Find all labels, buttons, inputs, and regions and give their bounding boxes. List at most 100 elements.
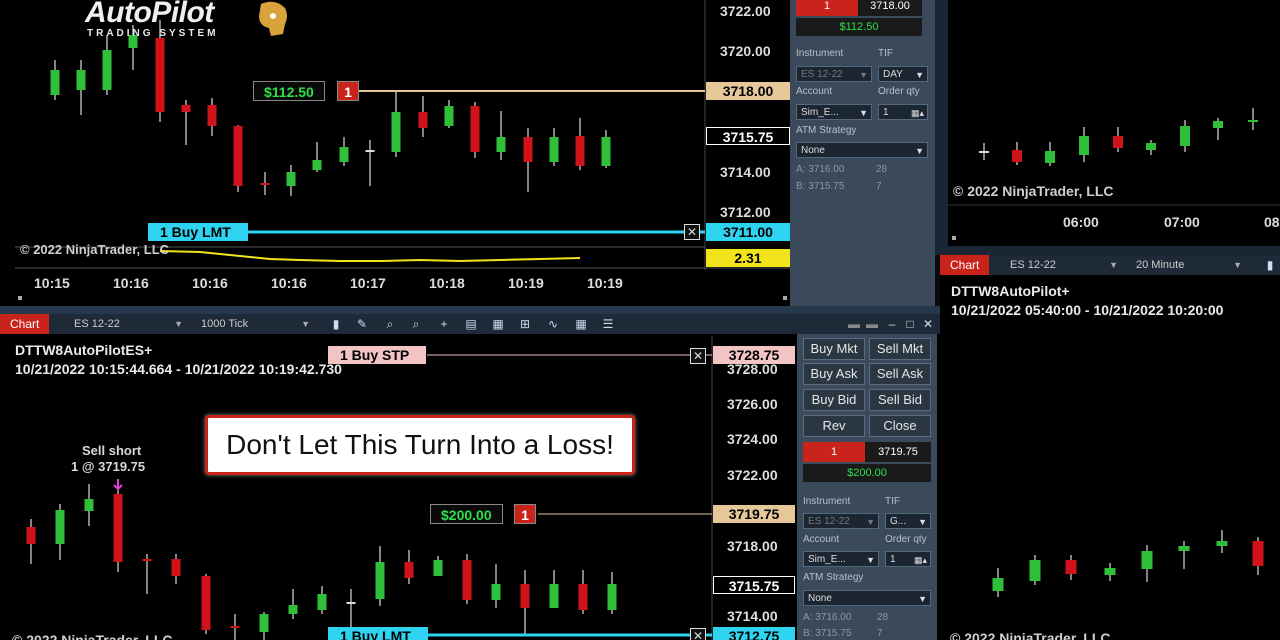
candle-body bbox=[76, 70, 86, 90]
autopilot-logo: AutoPilot TRADING SYSTEM bbox=[85, 0, 305, 42]
candle-body bbox=[418, 112, 428, 128]
candle-body bbox=[171, 559, 181, 576]
candle-body bbox=[113, 494, 123, 562]
top-right-chart[interactable]: 06:00 07:00 08 © 2022 NinjaTrader, LLC bbox=[948, 0, 1280, 246]
buy-ask-button[interactable]: Buy Ask bbox=[803, 363, 865, 385]
atm-label: ATM Strategy bbox=[803, 572, 864, 583]
price-tick: 3720.00 bbox=[720, 43, 771, 59]
time-tick: 06:00 bbox=[1063, 214, 1099, 230]
position-qty: 1 bbox=[514, 504, 536, 524]
instrument-label: Instrument bbox=[803, 496, 851, 507]
candle-body bbox=[979, 151, 989, 153]
chevron-down-icon: ▼ bbox=[915, 146, 924, 156]
candle-body bbox=[1113, 136, 1123, 148]
buy-bid-button[interactable]: Buy Bid bbox=[803, 389, 865, 411]
sell-ask-button[interactable]: Sell Ask bbox=[869, 363, 931, 385]
buy-market-button[interactable]: Buy Mkt bbox=[803, 338, 865, 360]
candle-body bbox=[260, 183, 270, 185]
pane-divider[interactable] bbox=[935, 0, 948, 255]
buy-stop-label[interactable]: 1 Buy STP bbox=[328, 346, 426, 364]
pane-divider[interactable] bbox=[0, 306, 940, 314]
candle-body bbox=[607, 584, 617, 610]
tif-value: DAY bbox=[883, 69, 903, 80]
candle-body bbox=[549, 584, 559, 608]
position-pnl: $200.00 bbox=[430, 504, 503, 524]
account-select[interactable]: Sim_E... ▼ bbox=[796, 104, 872, 120]
price-tick: 3722.00 bbox=[720, 3, 771, 19]
close-icon[interactable]: ✕ bbox=[920, 316, 936, 332]
sell-bid-button[interactable]: Sell Bid bbox=[869, 389, 931, 411]
candle-body bbox=[142, 559, 152, 561]
chevron-down-icon: ▼ bbox=[866, 555, 875, 565]
top-left-chart-canvas[interactable]: 3722.00 3720.00 3714.00 3712.00 10:15 10… bbox=[0, 0, 790, 306]
cancel-order-close-icon[interactable]: ✕ bbox=[690, 348, 706, 364]
bottom-right-chart[interactable]: Chart ES 12-22 ▼ 20 Minute ▼ ▮ DTTW8AutoPi… bbox=[940, 255, 1280, 640]
buy-limit-label[interactable]: 1 Buy LMT bbox=[148, 223, 248, 241]
candle-body bbox=[155, 38, 165, 112]
top-left-candles bbox=[50, 20, 611, 196]
candle-body bbox=[433, 560, 443, 576]
minimize-icon[interactable]: – bbox=[884, 316, 900, 332]
atm-select[interactable]: None ▼ bbox=[796, 142, 928, 158]
sell-market-button[interactable]: Sell Mkt bbox=[869, 338, 931, 360]
pane-divider[interactable] bbox=[948, 246, 1280, 255]
cancel-order-close-icon[interactable]: ✕ bbox=[684, 224, 700, 240]
position-pnl: $112.50 bbox=[796, 18, 922, 36]
instrument-select[interactable]: ES 12-22 ▼ bbox=[796, 66, 872, 82]
reverse-button[interactable]: Rev bbox=[803, 415, 865, 437]
order-qty-stepper[interactable]: 1 ▦▴ bbox=[878, 104, 928, 120]
atm-select[interactable]: None ▼ bbox=[803, 590, 931, 606]
sell-short-fill: 1 @ 3719.75 bbox=[71, 459, 146, 474]
candle-body bbox=[523, 137, 533, 162]
chevron-down-icon: ▼ bbox=[859, 108, 868, 118]
instrument-select[interactable]: ES 12-22 ▼ bbox=[803, 513, 879, 529]
price-tick: 3726.00 bbox=[727, 396, 778, 412]
maximize-icon[interactable]: □ bbox=[902, 316, 918, 332]
ask-size: 28 bbox=[876, 164, 888, 175]
candle-body bbox=[578, 584, 588, 610]
time-tick: 10:19 bbox=[508, 275, 544, 291]
time-tick: 10:16 bbox=[271, 275, 307, 291]
candle-body bbox=[102, 50, 112, 90]
position-pnl: $112.50 bbox=[253, 81, 325, 101]
logo-head-icon bbox=[259, 1, 287, 36]
order-qty-value: 1 bbox=[883, 107, 889, 118]
candle-body bbox=[391, 112, 401, 152]
candle-body bbox=[365, 150, 375, 152]
close-position-button[interactable]: Close bbox=[869, 415, 931, 437]
watermark: © 2022 NinjaTrader, LLC bbox=[950, 630, 1111, 640]
window-tile-icon[interactable]: ▬ bbox=[864, 316, 880, 332]
account-label: Account bbox=[796, 86, 833, 97]
ask-size: 28 bbox=[877, 612, 889, 623]
candle-body bbox=[491, 584, 501, 600]
tif-select[interactable]: DAY ▼ bbox=[878, 66, 928, 82]
candle-body bbox=[346, 602, 356, 604]
logo-tagline: TRADING SYSTEM bbox=[87, 28, 219, 39]
candle-body bbox=[317, 594, 327, 610]
price-tick: 3714.00 bbox=[727, 608, 778, 624]
watermark: © 2022 NinjaTrader, LLC bbox=[20, 242, 170, 257]
bottom-right-chart-canvas[interactable] bbox=[940, 255, 1280, 640]
order-qty-stepper[interactable]: 1 ▦▴ bbox=[885, 551, 931, 567]
candle-body bbox=[1045, 151, 1055, 163]
candle-body bbox=[207, 105, 217, 126]
cancel-order-close-icon[interactable]: ✕ bbox=[690, 628, 706, 640]
ask-label: A: 3716.00 bbox=[796, 164, 845, 175]
logo-title: AutoPilot bbox=[85, 0, 214, 29]
time-tick: 10:16 bbox=[192, 275, 228, 291]
candle-body bbox=[339, 147, 349, 162]
atm-label: ATM Strategy bbox=[796, 125, 857, 136]
top-left-chart[interactable]: 3722.00 3720.00 3714.00 3712.00 10:15 10… bbox=[0, 0, 790, 306]
account-select[interactable]: Sim_E... ▼ bbox=[803, 551, 879, 567]
window-tile-icon[interactable]: ▬ bbox=[846, 316, 862, 332]
chevron-down-icon: ▼ bbox=[866, 517, 875, 527]
top-right-chart-canvas[interactable]: 06:00 07:00 08 bbox=[948, 0, 1280, 246]
chevron-down-icon: ▼ bbox=[918, 594, 927, 604]
buy-limit-label[interactable]: 1 Buy LMT bbox=[328, 627, 428, 640]
candle-body bbox=[1216, 541, 1228, 546]
candle-body bbox=[575, 136, 585, 166]
candle-body bbox=[520, 584, 530, 608]
tif-select[interactable]: G... ▼ bbox=[885, 513, 931, 529]
candle-body bbox=[1178, 546, 1190, 551]
atm-value: None bbox=[808, 593, 832, 604]
